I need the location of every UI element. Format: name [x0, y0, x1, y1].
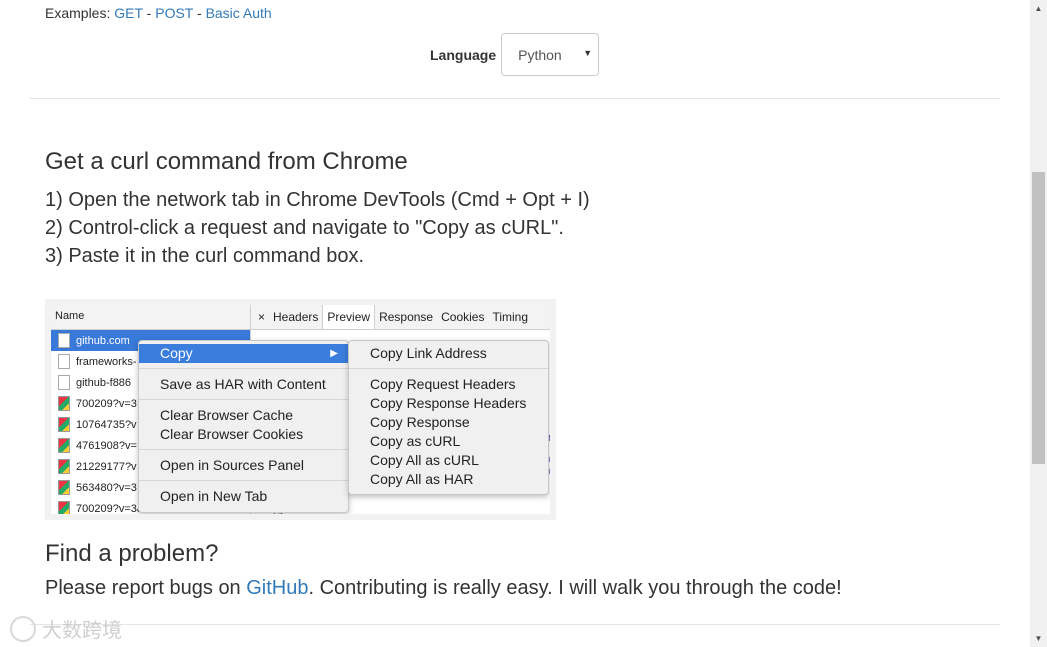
- report-text-after: . Contributing is really easy. I will wa…: [308, 577, 842, 599]
- chrome-section-heading: Get a curl command from Chrome: [45, 148, 408, 175]
- submenu-item-copy-request-headers: Copy Request Headers: [370, 376, 516, 392]
- tab-cookies: Cookies: [441, 310, 485, 324]
- menu-item-clear-cookies: Clear Browser Cookies: [160, 426, 304, 442]
- submenu-arrow-icon: ▶: [330, 348, 338, 359]
- watermark: 大数跨境: [10, 614, 122, 643]
- example-basic-auth-link[interactable]: Basic Auth: [206, 5, 272, 21]
- submenu-item-copy-as-curl: Copy as cURL: [370, 433, 461, 449]
- examples-line: Examples: GET - POST - Basic Auth: [45, 5, 272, 21]
- example-post-link[interactable]: POST: [155, 5, 193, 21]
- request-name: 10764735?v: [76, 418, 137, 431]
- report-bugs-text: Please report bugs on GitHub. Contributi…: [45, 577, 842, 600]
- image-icon: [58, 501, 70, 514]
- name-column-header: Name: [55, 310, 85, 322]
- divider: [30, 98, 1000, 99]
- language-selected-value: Python: [518, 46, 562, 63]
- menu-item-save-har: Save as HAR with Content: [160, 376, 326, 392]
- devtools-network-panel: Name × Headers Preview Response Cookies …: [51, 305, 550, 514]
- scroll-down-arrow-icon[interactable]: ▼: [1030, 630, 1047, 647]
- document-icon: [58, 375, 70, 390]
- watermark-logo-icon: [10, 615, 36, 642]
- close-icon: ×: [258, 310, 266, 324]
- menu-item-copy: Copy ▶: [139, 344, 348, 363]
- divider: [30, 624, 1000, 625]
- image-icon: [58, 417, 70, 432]
- scroll-thumb[interactable]: [1032, 172, 1045, 464]
- language-label: Language: [430, 46, 497, 63]
- request-name: 4761908?v=: [76, 439, 137, 452]
- image-icon: [58, 480, 70, 495]
- report-text-before: Please report bugs on: [45, 577, 247, 599]
- menu-item-label: Copy: [160, 345, 193, 361]
- github-link[interactable]: GitHub: [246, 577, 308, 599]
- image-icon: [58, 438, 70, 453]
- submenu-item-copy-link: Copy Link Address: [370, 345, 487, 361]
- menu-separator: [139, 449, 348, 450]
- tab-preview: Preview: [322, 305, 376, 329]
- document-icon: [58, 354, 70, 369]
- language-row: Language Python ▼: [430, 33, 600, 76]
- examples-label: Examples:: [45, 5, 111, 21]
- menu-item-clear-cache: Clear Browser Cache: [160, 407, 294, 423]
- menu-separator: [139, 368, 348, 369]
- menu-item-open-new-tab: Open in New Tab: [160, 488, 268, 504]
- submenu-item-copy-all-as-har: Copy All as HAR: [370, 471, 474, 487]
- request-name: github-f886: [76, 376, 132, 389]
- image-icon: [58, 396, 70, 411]
- step-3: 3) Paste it in the curl command box.: [45, 245, 365, 267]
- menu-separator: [139, 399, 348, 400]
- example-get-link[interactable]: GET: [114, 5, 143, 21]
- tab-response: Response: [379, 310, 434, 324]
- step-1: 1) Open the network tab in Chrome DevToo…: [45, 189, 590, 211]
- network-header: Name × Headers Preview Response Cookies …: [51, 305, 550, 330]
- chevron-down-icon: ▼: [583, 48, 593, 58]
- step-2: 2) Control-click a request and navigate …: [45, 217, 564, 239]
- problem-section-heading: Find a problem?: [45, 540, 219, 567]
- request-name: github.com: [76, 334, 130, 347]
- menu-separator: [139, 480, 348, 481]
- scroll-up-arrow-icon[interactable]: ▲: [1030, 0, 1047, 17]
- copy-submenu: Copy Link Address Copy Request Headers C…: [348, 340, 549, 495]
- tab-timing: Timing: [492, 310, 529, 324]
- page-scrollbar[interactable]: ▲ ▼: [1030, 0, 1047, 647]
- image-icon: [58, 459, 70, 474]
- menu-separator: [349, 368, 548, 369]
- request-name: frameworks-: [76, 355, 137, 368]
- tab-headers: Headers: [273, 310, 319, 324]
- chrome-steps: 1) Open the network tab in Chrome DevToo…: [45, 186, 590, 270]
- submenu-item-copy-response: Copy Response: [370, 414, 470, 430]
- detail-tabs: × Headers Preview Response Cookies Timin…: [254, 305, 532, 329]
- request-name: 21229177?v: [76, 460, 137, 473]
- request-name: 700209?v=3: [76, 397, 137, 410]
- menu-item-open-sources: Open in Sources Panel: [160, 457, 304, 473]
- examples-separator: -: [146, 5, 152, 21]
- document-icon: [58, 333, 70, 348]
- devtools-screenshot: Name × Headers Preview Response Cookies …: [45, 299, 556, 520]
- examples-separator: -: [197, 5, 202, 21]
- submenu-item-copy-all-as-curl: Copy All as cURL: [370, 452, 479, 468]
- language-select[interactable]: Python ▼: [501, 33, 600, 76]
- request-name: 563480?v=3: [76, 481, 137, 494]
- context-menu: Copy ▶ Save as HAR with Content Clear Br…: [138, 340, 349, 513]
- watermark-text: 大数跨境: [42, 620, 122, 642]
- submenu-item-copy-response-headers: Copy Response Headers: [370, 395, 527, 411]
